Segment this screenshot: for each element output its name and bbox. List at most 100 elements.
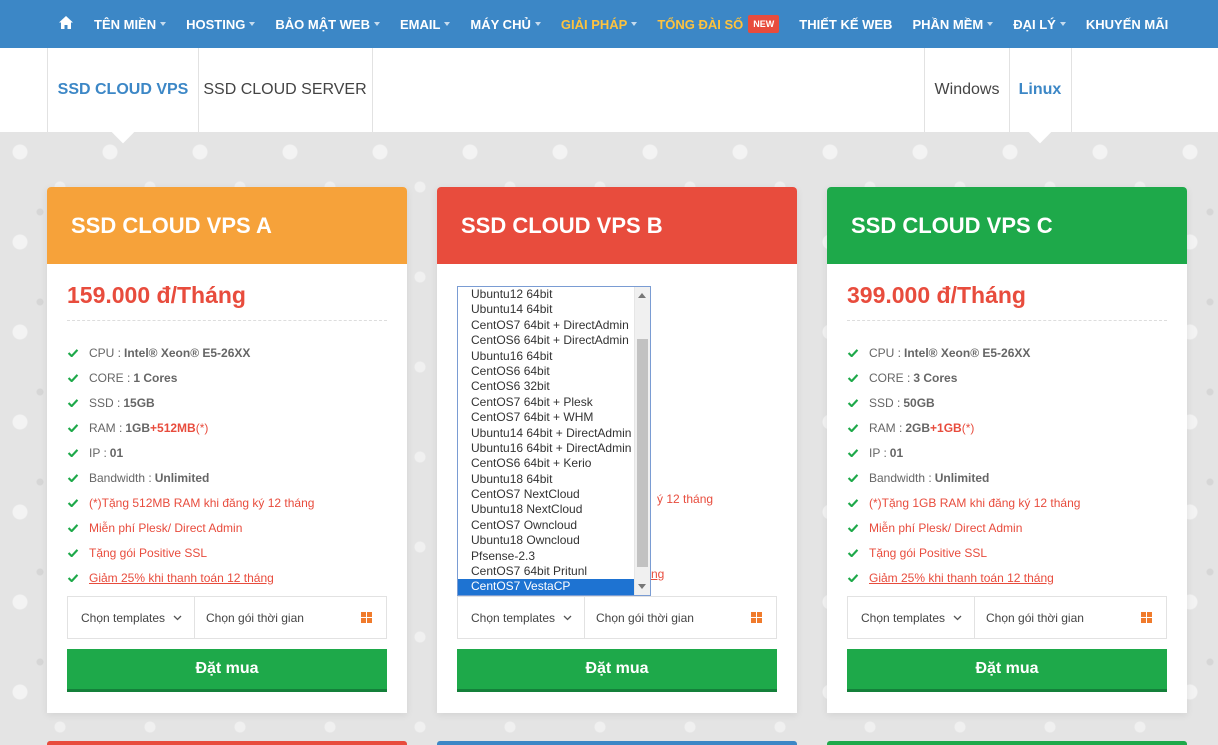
template-option[interactable]: Ubuntu16 64bit bbox=[458, 349, 634, 364]
nav-item-6[interactable]: TỔNG ĐÀI SỐ NEW bbox=[657, 15, 780, 33]
caret-down-icon bbox=[444, 22, 451, 26]
template-option[interactable]: Ubuntu16 64bit + DirectAdmin bbox=[458, 441, 634, 456]
template-select[interactable]: Chọn templates bbox=[67, 596, 195, 639]
plan-header: SSD CLOUD VPS C bbox=[827, 187, 1187, 264]
template-option[interactable]: CentOS7 Owncloud bbox=[458, 518, 634, 533]
scroll-up-icon[interactable] bbox=[638, 293, 646, 298]
feature-value: 1 Cores bbox=[133, 370, 178, 385]
template-option[interactable]: Ubuntu12 64bit bbox=[458, 287, 634, 302]
template-option[interactable]: Ubuntu14 64bit bbox=[458, 302, 634, 317]
template-option[interactable]: CentOS7 VestaCP bbox=[458, 579, 634, 595]
template-option[interactable]: CentOS7 64bit + WHM bbox=[458, 410, 634, 425]
promo-link-partial[interactable]: ng bbox=[651, 567, 664, 581]
tab-label: Windows bbox=[934, 81, 1000, 98]
period-select-label: Chọn gói thời gian bbox=[986, 610, 1084, 625]
ram-note-mark: (*) bbox=[961, 420, 975, 435]
feature-label: CPU : bbox=[869, 345, 902, 360]
template-option[interactable]: CentOS6 64bit + DirectAdmin bbox=[458, 333, 634, 348]
dropdown-scrollbar[interactable] bbox=[634, 287, 650, 595]
template-option[interactable]: Ubuntu14 64bit + DirectAdmin bbox=[458, 426, 634, 441]
promo-link[interactable]: Giảm 25% khi thanh toán 12 tháng bbox=[869, 571, 1054, 585]
feature-label: CORE : bbox=[869, 370, 911, 385]
check-icon bbox=[67, 548, 79, 557]
template-select-label: Chọn templates bbox=[861, 610, 946, 625]
scroll-down-icon[interactable] bbox=[638, 584, 646, 589]
template-dropdown-list[interactable]: Ubuntu12 64bit Ubuntu14 64bit CentOS7 64bi… bbox=[457, 286, 651, 596]
nav-item-9[interactable]: ĐẠI LÝ bbox=[1013, 17, 1066, 32]
nav-item-7[interactable]: THIẾT KẾ WEB bbox=[799, 17, 892, 32]
feature-ip: IP :01 bbox=[67, 440, 314, 465]
template-option[interactable]: CentOS7 NextCloud bbox=[458, 487, 634, 502]
nav-item-8[interactable]: PHẦN MỀM bbox=[912, 17, 994, 32]
order-button[interactable]: Đặt mua bbox=[457, 649, 777, 692]
plan-title: SSD CLOUD VPS C bbox=[851, 212, 1053, 238]
feature-core: CORE :1 Cores bbox=[67, 365, 314, 390]
tab-windows[interactable]: Windows bbox=[924, 48, 1010, 132]
template-option[interactable]: CentOS6 64bit + Kerio bbox=[458, 456, 634, 471]
nav-item-3[interactable]: EMAIL bbox=[400, 17, 451, 32]
feature-value: 01 bbox=[889, 445, 904, 460]
feature-promo-panel: Miễn phí Plesk/ Direct Admin bbox=[847, 515, 1080, 540]
check-icon bbox=[67, 423, 79, 432]
tab-label: SSD CLOUD VPS bbox=[57, 81, 189, 98]
template-select[interactable]: Chọn templates bbox=[457, 596, 585, 639]
feature-value: Unlimited bbox=[934, 470, 990, 485]
nav-item-1[interactable]: HOSTING bbox=[186, 17, 256, 32]
order-button[interactable]: Đặt mua bbox=[847, 649, 1167, 692]
period-select-label: Chọn gói thời gian bbox=[596, 610, 694, 625]
new-badge: NEW bbox=[748, 15, 780, 33]
nav-item-5[interactable]: GIẢI PHÁP bbox=[561, 17, 638, 32]
check-icon bbox=[847, 523, 859, 532]
nav-item-label: TỔNG ĐÀI SỐ bbox=[657, 16, 744, 32]
ram-bonus: +512MB bbox=[150, 420, 196, 435]
check-icon bbox=[67, 448, 79, 457]
next-card-strip bbox=[827, 741, 1187, 745]
feature-value: 2GB bbox=[905, 420, 931, 435]
divider bbox=[847, 320, 1167, 321]
nav-item-2[interactable]: BẢO MẬT WEB bbox=[275, 17, 380, 32]
tab-bar: SSD CLOUD VPS SSD CLOUD SERVER Windows L… bbox=[0, 48, 1218, 144]
template-option[interactable]: CentOS7 64bit Pritunl bbox=[458, 564, 634, 579]
tab-ssd-cloud-vps[interactable]: SSD CLOUD VPS bbox=[47, 48, 199, 144]
check-icon bbox=[847, 348, 859, 357]
caret-down-icon bbox=[987, 22, 994, 26]
template-option[interactable]: CentOS6 32bit bbox=[458, 379, 634, 394]
feature-promo-ram: (*)Tặng 1GB RAM khi đăng ký 12 tháng bbox=[847, 490, 1080, 515]
feature-label: RAM : bbox=[869, 420, 903, 435]
promo-link[interactable]: Giảm 25% khi thanh toán 12 tháng bbox=[89, 571, 274, 585]
template-option[interactable]: CentOS7 64bit + Plesk bbox=[458, 395, 634, 410]
period-select[interactable]: Chọn gói thời gian bbox=[195, 596, 387, 639]
nav-item-10[interactable]: KHUYẾN MÃI bbox=[1086, 17, 1168, 32]
period-select[interactable]: Chọn gói thời gian bbox=[975, 596, 1167, 639]
plan-card-c: SSD CLOUD VPS C 399.000 đ/Tháng CPU : Int… bbox=[827, 187, 1187, 713]
order-options: Chọn templates Chọn gói thời gian bbox=[457, 596, 777, 639]
nav-item-4[interactable]: MÁY CHỦ bbox=[470, 17, 541, 32]
feature-ram: RAM :1GB +512MB (*) bbox=[67, 415, 314, 440]
template-option[interactable]: Ubuntu18 64bit bbox=[458, 472, 634, 487]
scrollbar-thumb[interactable] bbox=[637, 339, 648, 567]
order-button[interactable]: Đặt mua bbox=[67, 649, 387, 692]
tab-ssd-cloud-server[interactable]: SSD CLOUD SERVER bbox=[198, 48, 373, 132]
period-select[interactable]: Chọn gói thời gian bbox=[585, 596, 777, 639]
template-option[interactable]: CentOS7 64bit + DirectAdmin bbox=[458, 318, 634, 333]
feature-cpu: CPU : Intel® Xeon® E5-26XX bbox=[67, 340, 314, 365]
home-icon[interactable] bbox=[58, 15, 76, 33]
check-icon bbox=[847, 448, 859, 457]
promo-text-partial: ý 12 tháng bbox=[657, 492, 714, 506]
tab-linux[interactable]: Linux bbox=[1009, 48, 1072, 144]
template-option[interactable]: CentOS6 64bit bbox=[458, 364, 634, 379]
plan-card-a: SSD CLOUD VPS A 159.000 đ/Tháng CPU : Int… bbox=[47, 187, 407, 713]
nav-item-0[interactable]: TÊN MIỀN bbox=[94, 17, 167, 32]
feature-value: 50GB bbox=[903, 395, 935, 410]
template-select[interactable]: Chọn templates bbox=[847, 596, 975, 639]
template-option[interactable]: Ubuntu18 Owncloud bbox=[458, 533, 634, 548]
feature-value: Unlimited bbox=[154, 470, 210, 485]
nav-item-label: THIẾT KẾ WEB bbox=[799, 16, 893, 32]
promo-text: Miễn phí Plesk/ Direct Admin bbox=[89, 520, 243, 535]
feature-value: 01 bbox=[109, 445, 124, 460]
plan-title: SSD CLOUD VPS A bbox=[71, 212, 272, 238]
template-option[interactable]: Pfsense-2.3 bbox=[458, 549, 634, 564]
promo-text: Tặng gói Positive SSL bbox=[869, 545, 988, 560]
template-option[interactable]: Ubuntu18 NextCloud bbox=[458, 502, 634, 517]
caret-down-icon bbox=[249, 22, 256, 26]
